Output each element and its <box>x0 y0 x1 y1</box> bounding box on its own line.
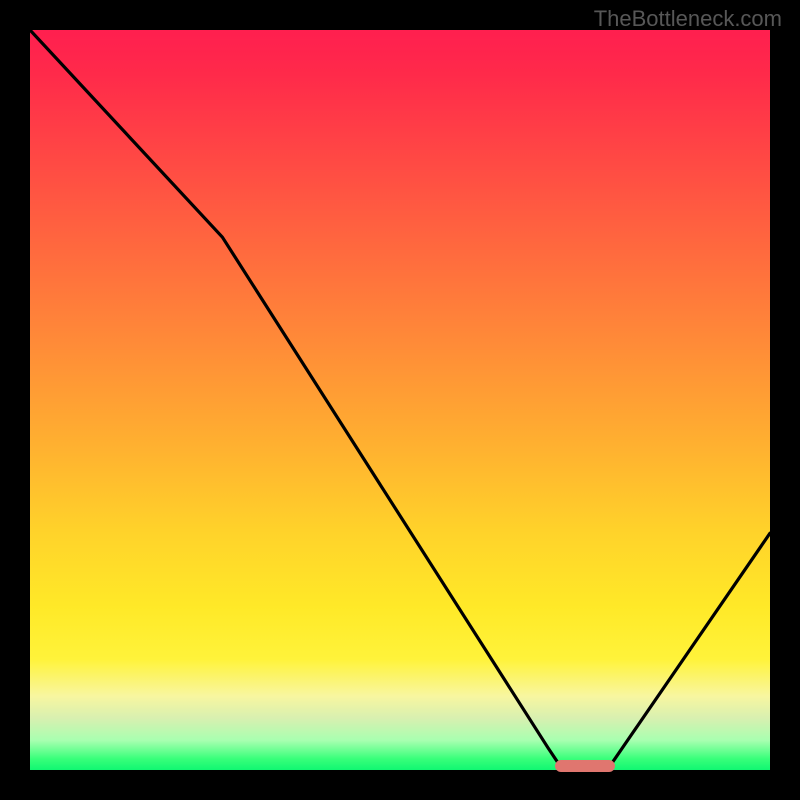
optimal-range-marker <box>555 760 614 772</box>
watermark-text: TheBottleneck.com <box>594 6 782 32</box>
chart-plot-area <box>30 30 770 770</box>
bottleneck-curve <box>30 30 770 770</box>
